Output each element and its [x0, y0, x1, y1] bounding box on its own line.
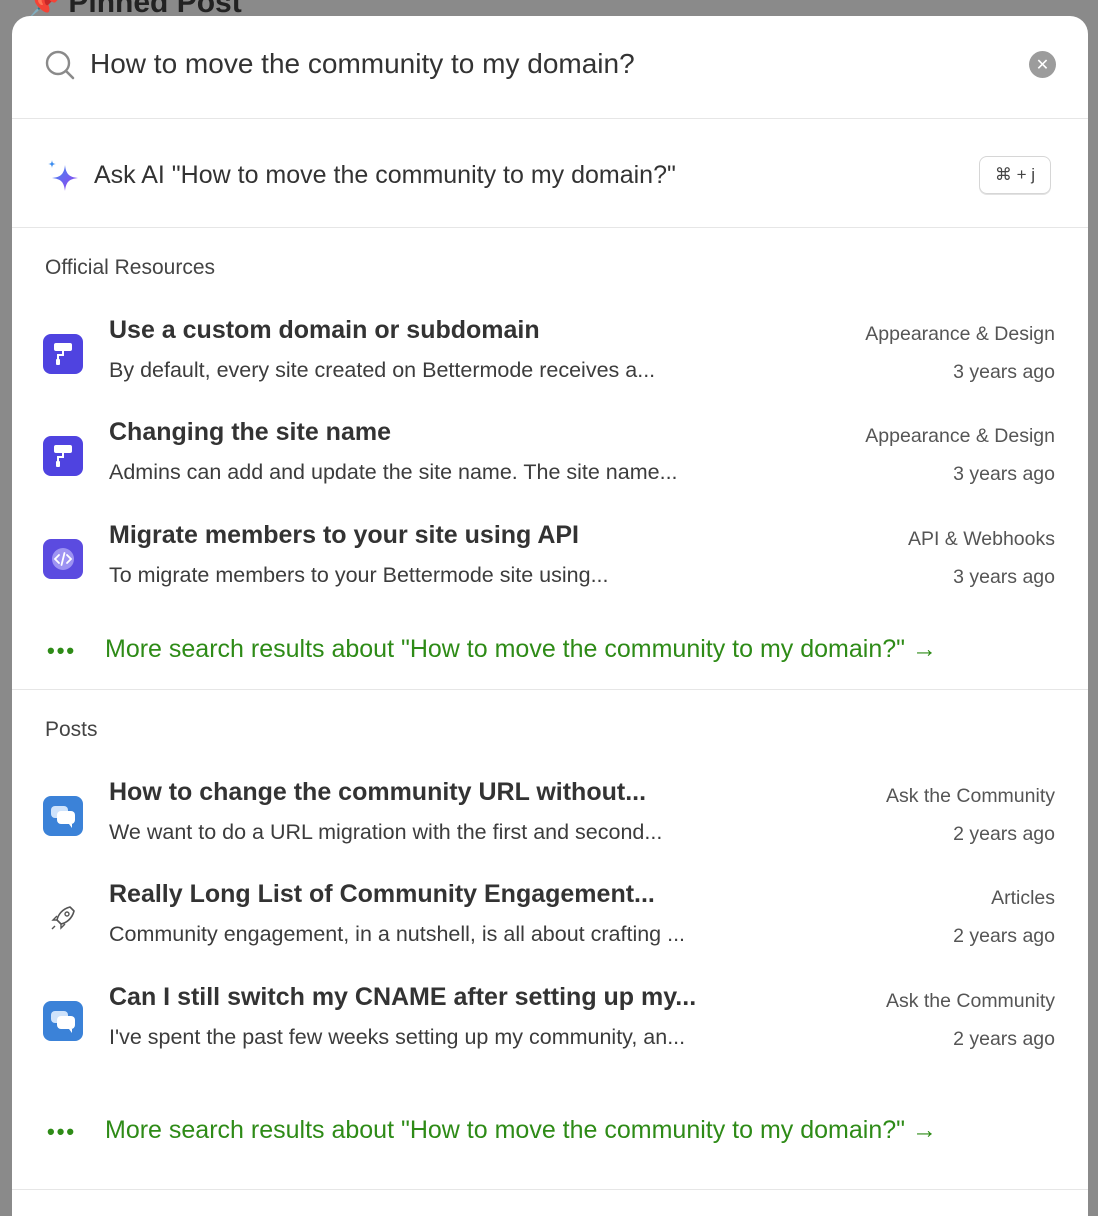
result-category: Appearance & Design	[865, 323, 1055, 345]
result-title: Use a custom domain or subdomain	[109, 316, 540, 344]
keyboard-shortcut-badge: ⌘ + j	[979, 156, 1051, 194]
result-category: Appearance & Design	[865, 425, 1055, 447]
result-category: Ask the Community	[885, 990, 1055, 1012]
result-title: Really Long List of Community Engagement…	[109, 880, 655, 908]
section-title-official: Official Resources	[45, 256, 216, 279]
section-divider	[12, 689, 1088, 690]
search-bar: ✕	[12, 16, 1088, 119]
sparkle-icon	[48, 160, 78, 191]
result-time: 3 years ago	[953, 361, 1055, 383]
search-modal: ✕ Ask AI "How to move the community to m…	[12, 16, 1088, 1216]
result-item[interactable]: How to change the community URL without.…	[12, 778, 1088, 868]
chat-bubbles-icon	[43, 796, 83, 836]
result-category: Articles	[991, 887, 1055, 909]
more-results-text: More search results about "How to move t…	[105, 1116, 937, 1144]
paint-roller-icon	[43, 436, 83, 476]
result-time: 2 years ago	[953, 823, 1055, 845]
chat-bubbles-icon	[43, 1001, 83, 1041]
result-item[interactable]: Use a custom domain or subdomain By defa…	[12, 316, 1088, 406]
more-dots-icon: •••	[47, 638, 77, 663]
result-item[interactable]: Changing the site name Admins can add an…	[12, 418, 1088, 508]
section-divider	[12, 1189, 1088, 1190]
result-title: Changing the site name	[109, 418, 391, 446]
result-category: API & Webhooks	[907, 528, 1055, 550]
more-results-link[interactable]: ••• More search results about "How to mo…	[12, 1113, 1088, 1153]
result-description: Community engagement, in a nutshell, is …	[109, 922, 686, 946]
result-time: 2 years ago	[953, 1028, 1055, 1050]
result-description: By default, every site created on Better…	[109, 358, 656, 382]
result-item[interactable]: Really Long List of Community Engagement…	[12, 880, 1088, 970]
result-title: Migrate members to your site using API	[109, 521, 580, 549]
result-time: 2 years ago	[953, 925, 1055, 947]
ask-ai-label: Ask AI "How to move the community to my …	[94, 161, 676, 189]
result-category: Ask the Community	[885, 785, 1055, 807]
more-results-text: More search results about "How to move t…	[105, 635, 937, 663]
result-item[interactable]: Can I still switch my CNAME after settin…	[12, 983, 1088, 1073]
result-item[interactable]: Migrate members to your site using API T…	[12, 521, 1088, 611]
result-description: We want to do a URL migration with the f…	[109, 820, 663, 844]
result-title: How to change the community URL without.…	[109, 778, 647, 806]
result-title: Can I still switch my CNAME after settin…	[109, 983, 697, 1011]
search-icon	[45, 50, 75, 80]
ask-ai-row[interactable]: Ask AI "How to move the community to my …	[12, 119, 1088, 228]
rocket-icon	[43, 898, 83, 938]
close-icon[interactable]: ✕	[1029, 51, 1056, 78]
section-title-posts: Posts	[45, 718, 98, 741]
result-description: Admins can add and update the site name.…	[109, 460, 678, 484]
result-time: 3 years ago	[953, 566, 1055, 588]
result-time: 3 years ago	[953, 463, 1055, 485]
search-input[interactable]	[90, 42, 990, 86]
more-results-link[interactable]: ••• More search results about "How to mo…	[12, 632, 1088, 672]
result-description: I've spent the past few weeks setting up…	[109, 1025, 686, 1049]
result-description: To migrate members to your Bettermode si…	[109, 563, 609, 587]
paint-roller-icon	[43, 334, 83, 374]
more-dots-icon: •••	[47, 1119, 77, 1144]
code-icon	[43, 539, 83, 579]
